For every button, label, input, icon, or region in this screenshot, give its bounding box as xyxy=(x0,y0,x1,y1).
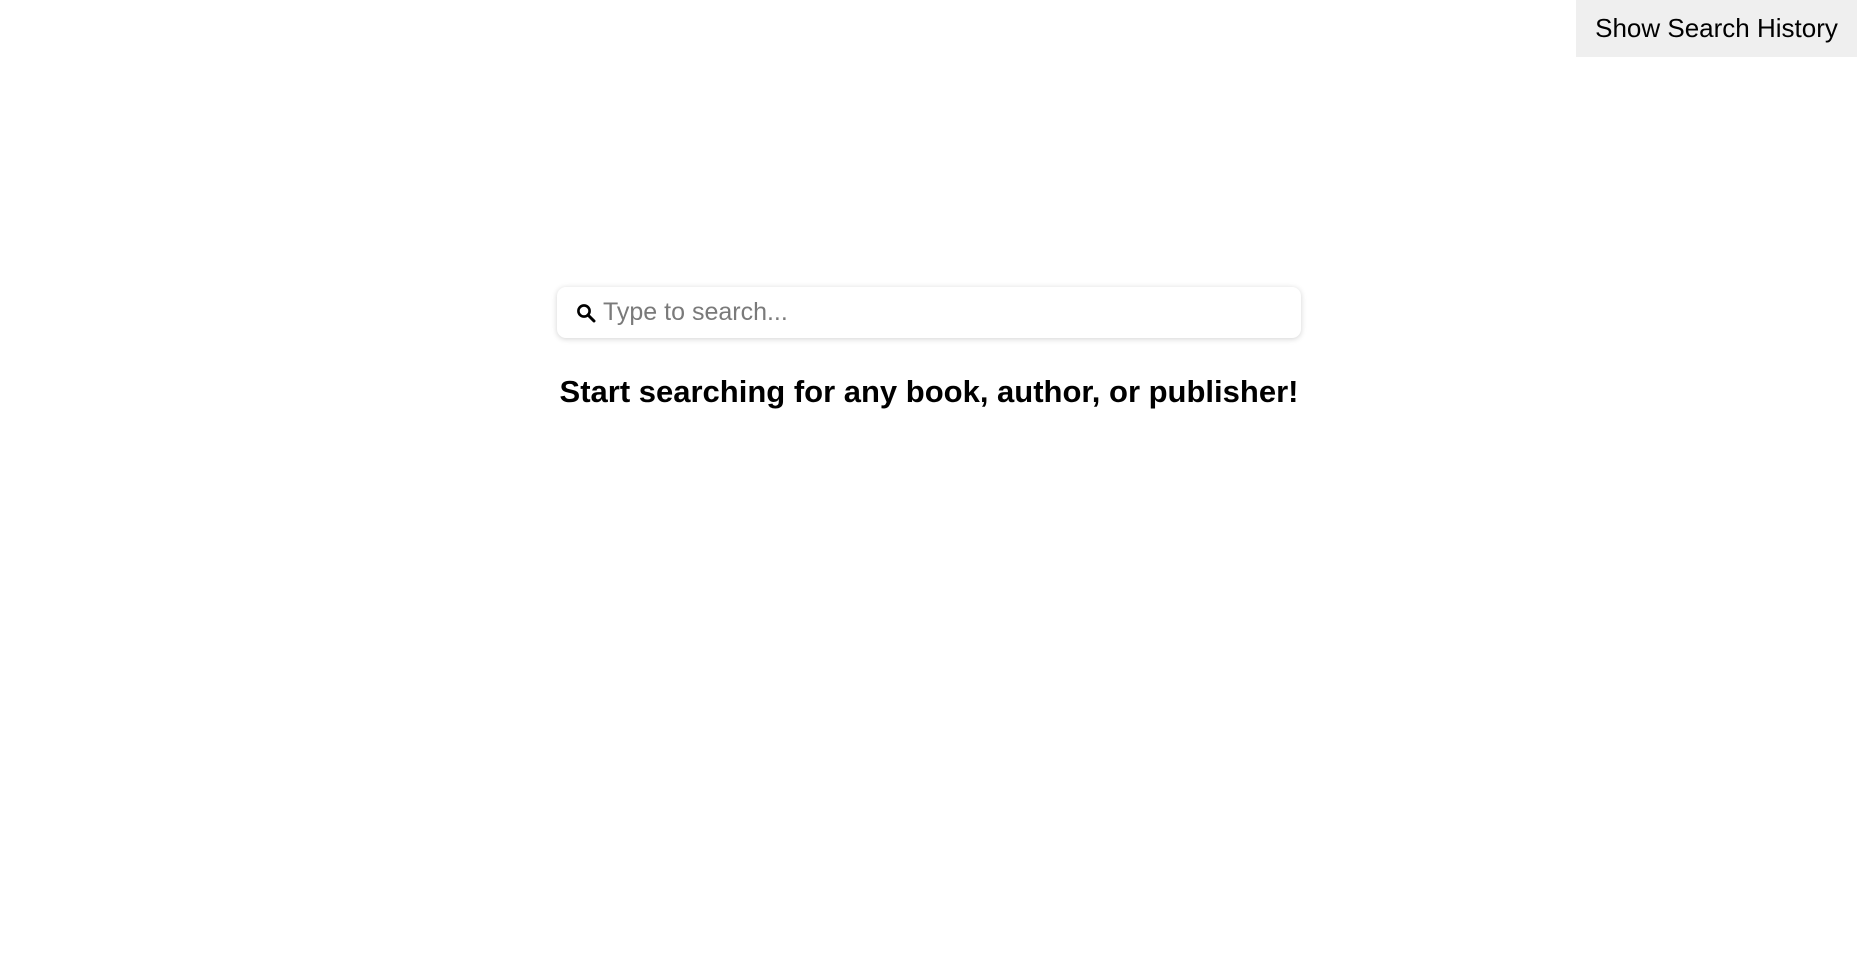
page: Show Search History Start searching for … xyxy=(0,0,1857,963)
search-input[interactable] xyxy=(597,287,1301,338)
search-bar[interactable] xyxy=(557,287,1301,338)
search-icon xyxy=(575,302,597,324)
show-search-history-button[interactable]: Show Search History xyxy=(1576,0,1857,57)
start-searching-prompt: Start searching for any book, author, or… xyxy=(559,374,1299,409)
